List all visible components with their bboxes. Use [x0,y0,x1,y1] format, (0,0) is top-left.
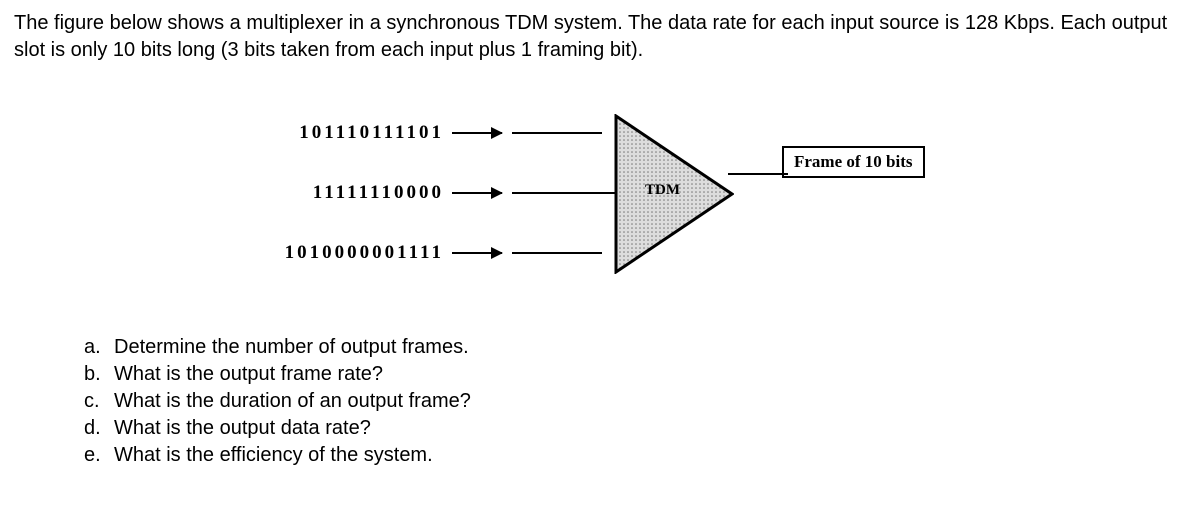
question-marker: b. [84,361,114,388]
input-bits-2: 11111110000 [234,182,444,204]
output-connector [728,173,788,175]
question-item: b. What is the output frame rate? [84,361,1186,388]
question-text: Determine the number of output frames. [114,334,469,361]
input-line-2: 11111110000 [234,182,632,204]
question-marker: c. [84,388,114,415]
problem-statement: The figure below shows a multiplexer in … [14,10,1186,64]
mux-label: TDM [645,182,680,199]
question-item: e. What is the efficiency of the system. [84,442,1186,469]
question-item: c. What is the duration of an output fra… [84,388,1186,415]
question-list: a. Determine the number of output frames… [84,334,1186,469]
connector-line [512,252,602,254]
arrow-icon [452,132,502,134]
question-text: What is the output data rate? [114,415,371,442]
input-bits-1: 101110111101 [234,122,444,144]
tdm-figure: 101110111101 11111110000 1010000001111 T… [234,94,934,294]
question-marker: a. [84,334,114,361]
question-marker: d. [84,415,114,442]
question-item: a. Determine the number of output frames… [84,334,1186,361]
connector-line [512,132,602,134]
question-text: What is the duration of an output frame? [114,388,471,415]
input-line-3: 1010000001111 [234,242,602,264]
question-marker: e. [84,442,114,469]
question-item: d. What is the output data rate? [84,415,1186,442]
input-bits-3: 1010000001111 [234,242,444,264]
frame-label-box: Frame of 10 bits [782,146,925,178]
question-text: What is the efficiency of the system. [114,442,433,469]
question-text: What is the output frame rate? [114,361,383,388]
arrow-icon [452,252,502,254]
arrow-icon [452,192,502,194]
input-line-1: 101110111101 [234,122,602,144]
